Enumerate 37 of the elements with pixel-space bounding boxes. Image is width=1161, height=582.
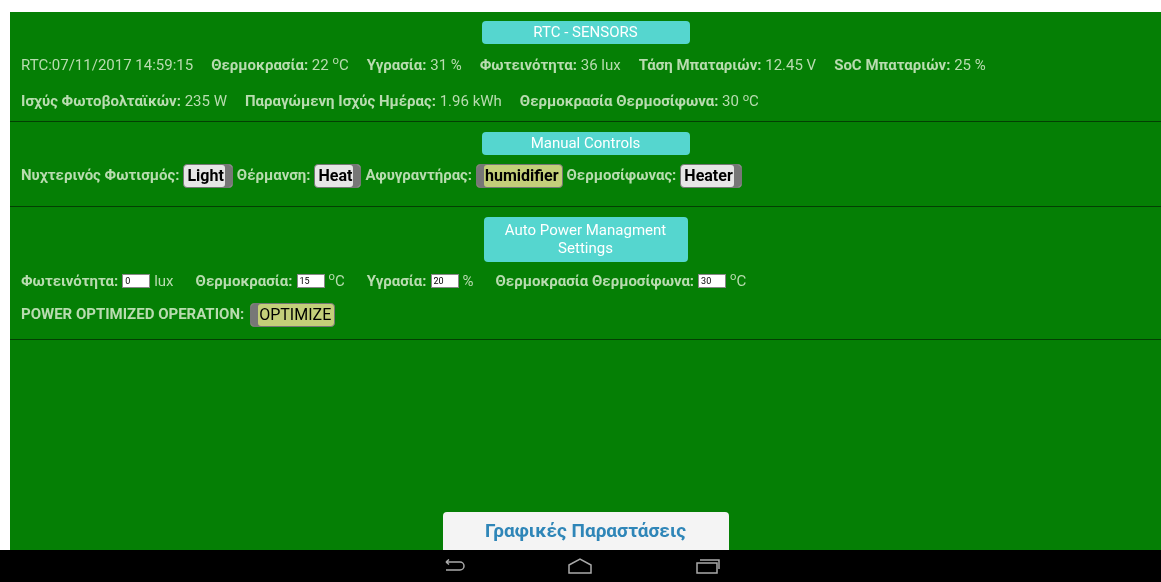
control-label: Νυχτερινός Φωτισμός: <box>21 165 180 187</box>
setting-input[interactable]: 20 <box>430 274 459 289</box>
sensor-reading: Υγρασία: 31 % <box>366 54 462 76</box>
section-title: Manual Controls <box>481 131 690 155</box>
control-label: Θερμοσίφωνας: <box>566 165 677 187</box>
unit-label: lux <box>154 271 174 292</box>
sensor-reading: Θερμοκρασία Θερμοσίφωνα: 30 $^{o}$C <box>519 90 759 113</box>
toggle-button[interactable]: OPTIMIZE <box>250 302 336 327</box>
toggle-button[interactable]: humidifier <box>476 163 563 188</box>
setting-label: Υγρασία: <box>366 271 427 292</box>
sensor-reading: Θερμοκρασία: 22 $^{o}$C <box>211 53 349 76</box>
home-icon[interactable] <box>566 558 593 574</box>
sensor-reading: Φωτεινότητα: 36 lux <box>479 54 621 76</box>
control-label: Αφυγραντήρας: <box>365 165 472 187</box>
sensor-reading: RTC:07/11/2017 14:59:15 <box>21 54 194 76</box>
control-label: Θέρμανση: <box>236 165 311 187</box>
charts-button[interactable]: Γραφικές Παραστάσεις <box>442 512 729 550</box>
sensor-reading: Τάση Μπαταριών: 12.45 V <box>638 54 817 76</box>
setting-label: Φωτεινότητα: <box>21 271 119 292</box>
setting-input[interactable]: 15 <box>296 274 325 289</box>
unit-label: % <box>462 271 474 292</box>
setting-input[interactable]: 30 <box>698 274 727 289</box>
setting-label: Θερμοκρασία: <box>195 271 293 292</box>
toggle-button[interactable]: Heat <box>314 163 362 188</box>
setting-label: Θερμοκρασία Θερμοσίφωνα: <box>495 271 695 292</box>
sensor-reading: SoC Μπαταριών: 25 % <box>834 54 986 76</box>
toggle-button[interactable]: Heater <box>680 163 742 188</box>
section-title: RTC - SENSORS <box>481 21 690 44</box>
recent-apps-icon[interactable] <box>694 558 721 574</box>
sensor-reading: Ισχύς Φωτοβολταϊκών: 235 W <box>21 91 227 113</box>
setting-input[interactable]: 0 <box>122 274 151 289</box>
setting-label: POWER OPTIMIZED OPERATION: <box>21 304 245 326</box>
toggle-button[interactable]: Light <box>183 163 233 188</box>
unit-label: $^{o}$C <box>730 270 747 292</box>
sensor-reading: Παραγώμενη Ισχύς Ημέρας: 1.96 kWh <box>244 91 502 113</box>
unit-label: $^{o}$C <box>328 270 345 292</box>
section-title: Auto Power Managment Settings <box>483 216 688 262</box>
